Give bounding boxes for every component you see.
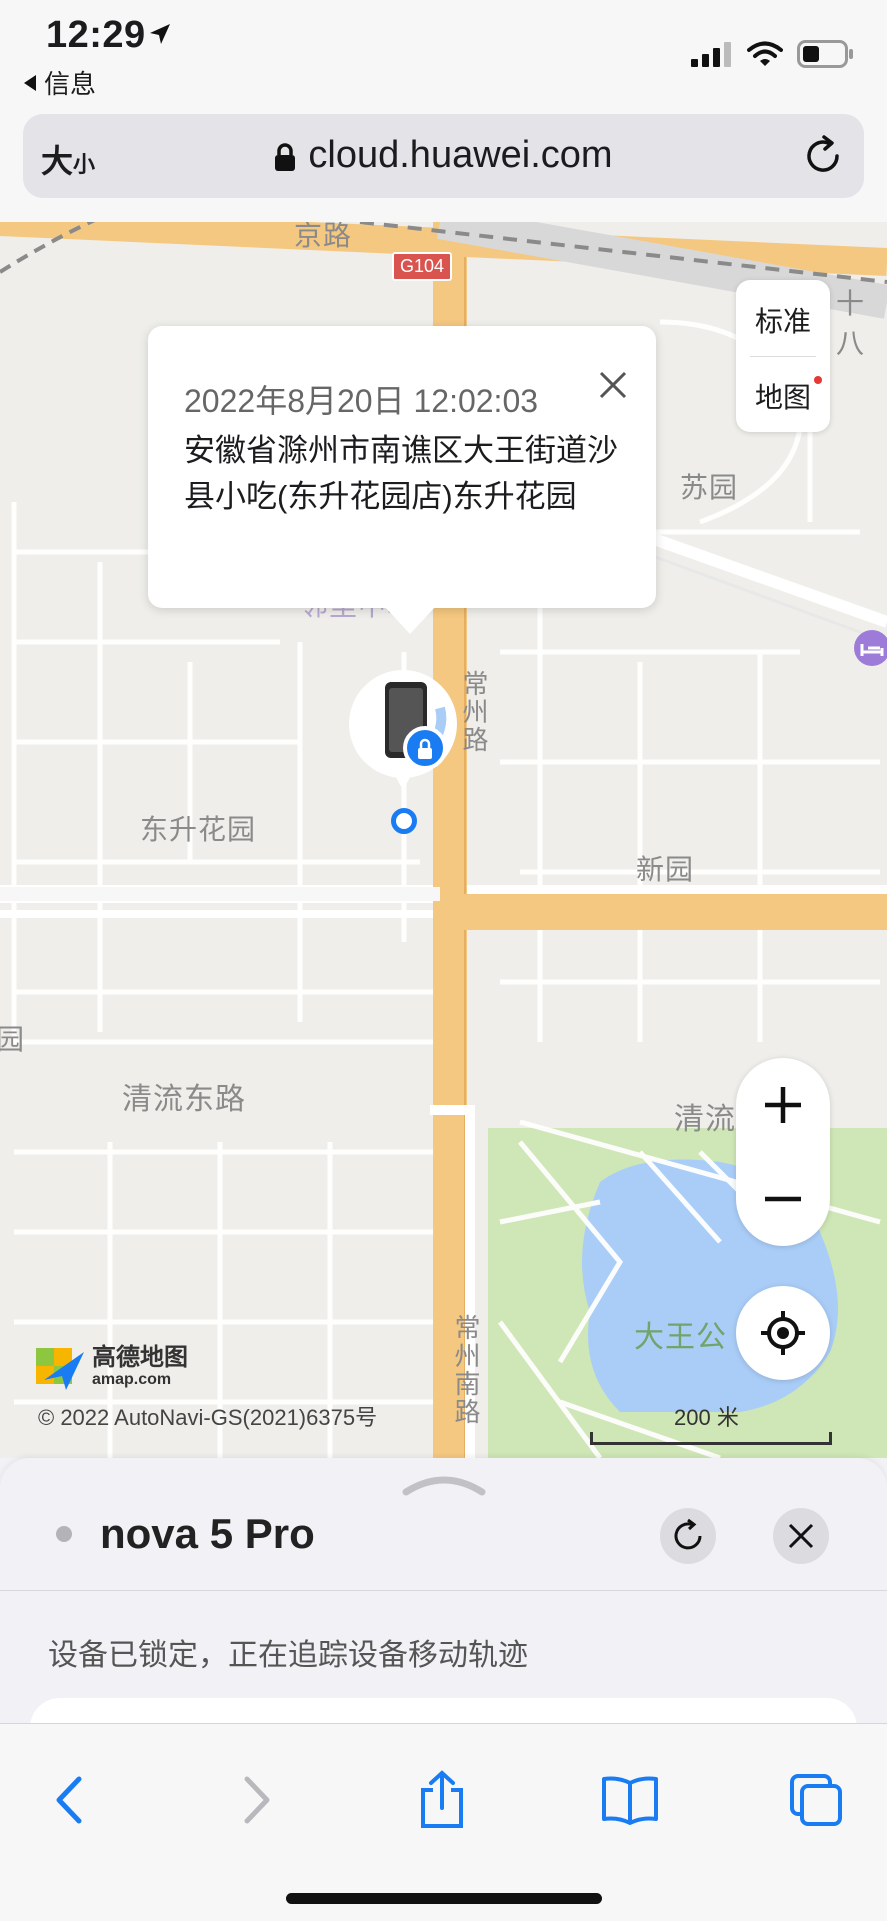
sheet-header: nova 5 Pro <box>0 1458 887 1591</box>
map-view[interactable]: G104 京路 十八 苏园 邻里中心 东升花园 新园 园 清流东路 清流 常州路… <box>0 222 887 1458</box>
device-marker-icon <box>349 670 457 790</box>
sheet-card <box>30 1698 857 1723</box>
map-type-divider <box>750 356 816 357</box>
map-label-top-road: 京路 <box>294 222 353 251</box>
wifi-icon <box>747 41 783 66</box>
lock-icon <box>275 143 296 171</box>
zoom-control <box>736 1058 830 1246</box>
back-button[interactable] <box>28 1760 108 1840</box>
location-arrow-icon <box>150 24 170 44</box>
scale-label: 200 米 <box>674 1405 739 1430</box>
amap-logo-cn: 高德地图 <box>92 1344 188 1371</box>
device-lock-status: 设备已锁定，正在追踪设备移动轨迹 <box>48 1639 528 1672</box>
device-name: nova 5 Pro <box>100 1510 315 1557</box>
hotel-poi-icon[interactable] <box>852 628 887 668</box>
zoom-out-button[interactable] <box>736 1152 830 1246</box>
amap-logo-en: amap.com <box>92 1371 172 1388</box>
tabs-button[interactable] <box>776 1760 856 1840</box>
close-icon[interactable] <box>598 370 628 400</box>
chevron-right-icon <box>244 1776 270 1824</box>
url-text: cloud.huawei.com <box>308 134 613 176</box>
road-badge: G104 <box>392 252 453 281</box>
url-field[interactable]: 大小 cloud.huawei.com <box>23 114 864 198</box>
back-triangle-icon <box>24 74 36 91</box>
home-indicator[interactable] <box>286 1893 602 1904</box>
signal-icon <box>691 42 731 67</box>
map-label-edge-yuan: 园 <box>0 1024 26 1055</box>
status-icons <box>691 40 853 68</box>
map-label-changzhou-south: 常州南路 <box>451 1314 481 1426</box>
browser-address-bar: 大小 cloud.huawei.com <box>0 110 887 223</box>
battery-icon <box>797 40 853 68</box>
map-label-dawang: 大王公 <box>634 1321 727 1354</box>
forward-button[interactable] <box>218 1760 298 1840</box>
scale-bar <box>590 1432 832 1445</box>
locate-me-button[interactable] <box>736 1286 830 1380</box>
device-status-dot <box>56 1526 72 1542</box>
map-label-changzhou: 常州路 <box>459 670 489 754</box>
amap-logo: 高德地图 amap.com <box>36 1346 188 1392</box>
current-location-dot <box>391 808 417 834</box>
zoom-in-button[interactable] <box>736 1058 830 1152</box>
map-label-qingliu-east: 清流东路 <box>122 1083 246 1116</box>
map-type-line1: 标准 <box>754 306 811 337</box>
crosshair-icon <box>761 1311 805 1355</box>
close-sheet-button[interactable] <box>773 1508 829 1564</box>
bookmarks-button[interactable] <box>590 1760 670 1840</box>
back-to-app[interactable]: 信息 <box>22 64 96 101</box>
plus-icon <box>765 1087 801 1123</box>
notification-dot <box>814 376 822 384</box>
map-label-xinyuan: 新园 <box>636 854 695 885</box>
close-icon <box>788 1523 814 1549</box>
share-icon <box>421 1770 463 1828</box>
refresh-button[interactable] <box>660 1508 716 1564</box>
location-popup: 2022年8月20日 12:02:03 安徽省滁州市南谯区大王街道沙县小吃(东升… <box>148 326 656 634</box>
browser-toolbar <box>0 1723 887 1921</box>
reload-icon[interactable] <box>802 134 844 176</box>
share-button[interactable] <box>402 1760 482 1840</box>
popup-tail <box>384 606 436 634</box>
refresh-icon <box>674 1518 702 1550</box>
tabs-icon <box>790 1774 842 1826</box>
amap-logo-icon <box>36 1348 84 1390</box>
popup-datetime: 2022年8月20日 12:02:03 <box>184 383 539 419</box>
map-label-dongsheng: 东升花园 <box>140 814 257 845</box>
map-type-button[interactable]: 标准 地图 <box>736 280 830 432</box>
book-icon <box>602 1776 658 1825</box>
device-sheet: nova 5 Pro 设备已锁定，正在追踪设备移动轨迹 <box>0 1458 887 1723</box>
device-marker[interactable] <box>348 668 458 790</box>
chevron-left-icon <box>56 1776 82 1824</box>
map-copyright: © 2022 AutoNavi-GS(2021)6375号 <box>38 1405 378 1430</box>
status-bar: 12:29 信息 <box>0 0 887 110</box>
back-app-label: 信息 <box>44 69 97 99</box>
map-label-suyuan: 苏园 <box>680 472 739 503</box>
popup-address: 安徽省滁州市南谯区大王街道沙县小吃(东升花园店)东升花园 <box>184 433 618 514</box>
map-label-qingliu: 清流 <box>674 1103 736 1136</box>
map-label-top-right: 十八 <box>836 288 866 359</box>
status-time: 12:29 <box>46 14 146 56</box>
minus-icon <box>765 1196 801 1202</box>
